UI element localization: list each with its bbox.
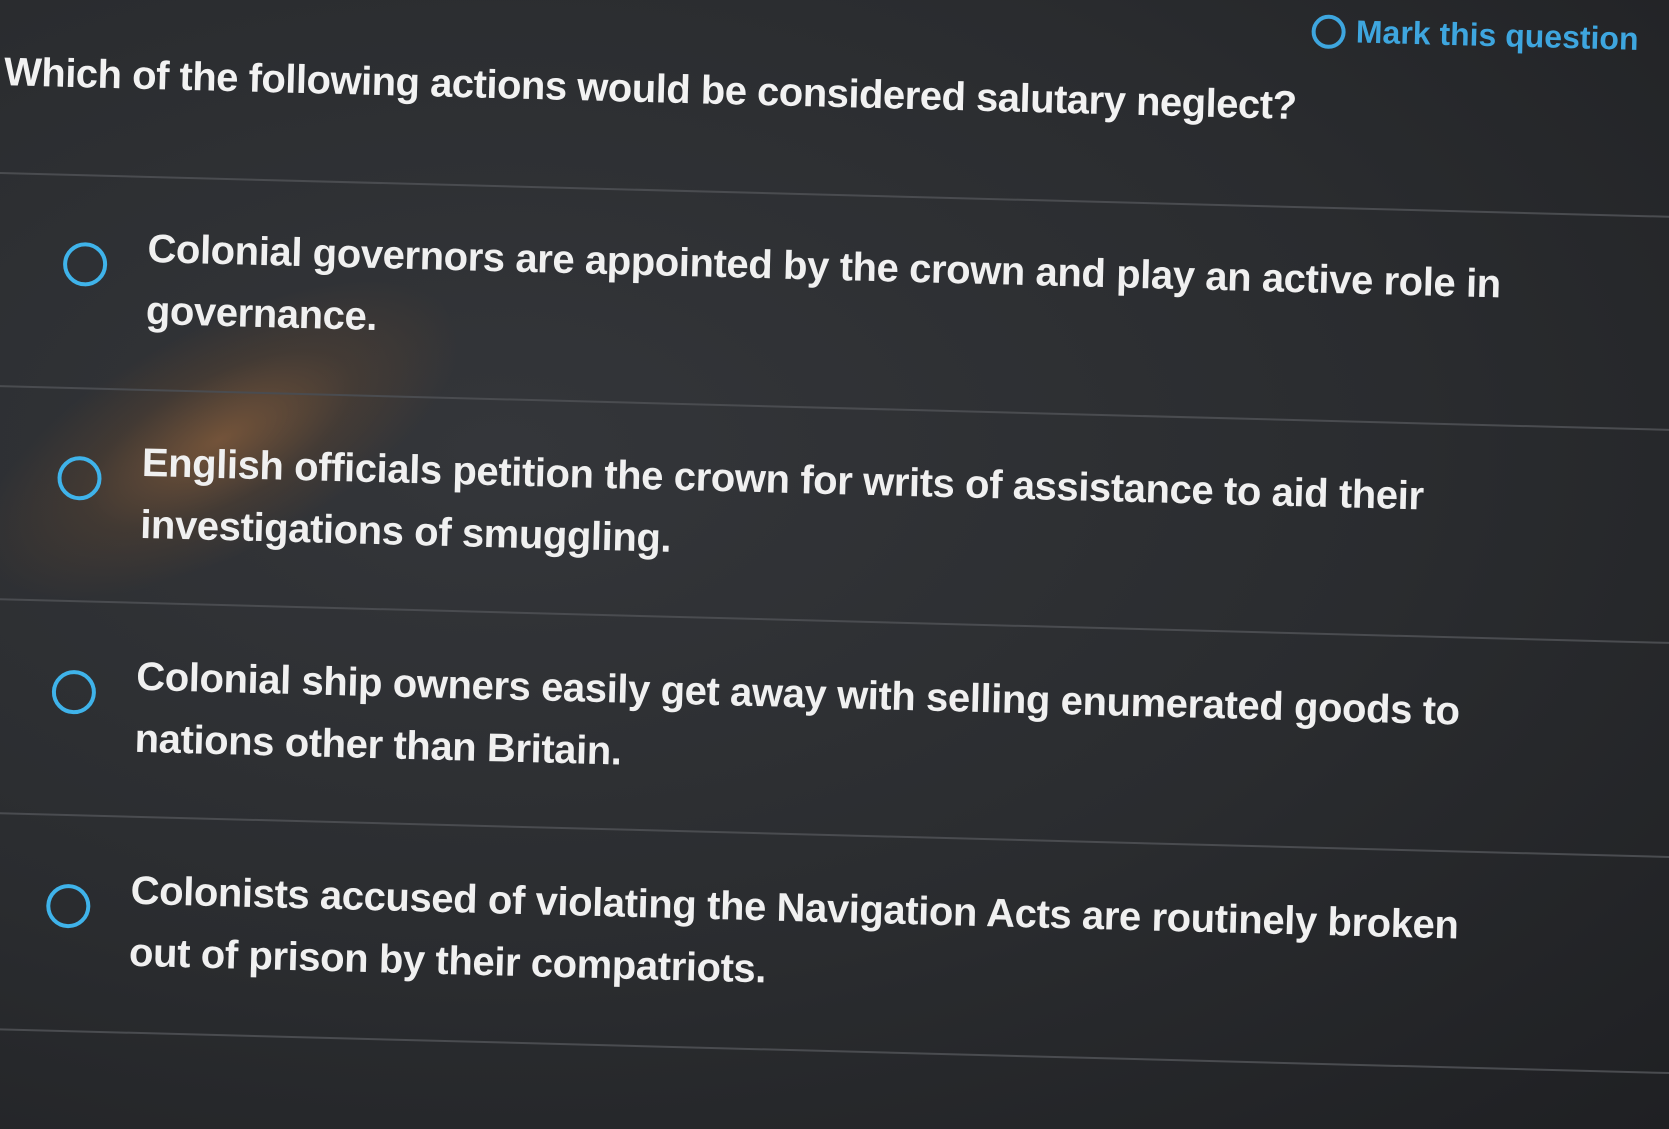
question-text: Which of the following actions would be … xyxy=(3,50,1298,128)
radio-button-icon[interactable] xyxy=(56,455,103,501)
mark-question-label: Mark this question xyxy=(1355,13,1640,57)
radio-button-icon[interactable] xyxy=(45,883,91,929)
divider xyxy=(0,811,1669,859)
quiz-screen: Mark this question Which of the followin… xyxy=(0,0,1669,1129)
answer-option-label: Colonial governors are appointed by the … xyxy=(145,226,1502,339)
answer-option-2[interactable]: English officials petition the crown for… xyxy=(56,430,1499,592)
radio-button-icon[interactable] xyxy=(62,241,108,287)
mark-question-toggle[interactable]: Mark this question xyxy=(1311,12,1639,58)
divider xyxy=(0,597,1669,645)
radio-button-icon[interactable] xyxy=(51,669,97,715)
answer-option-4[interactable]: Colonists accused of violating the Navig… xyxy=(44,858,1487,1020)
quiz-panel: Mark this question Which of the followin… xyxy=(0,0,1669,1129)
answer-option-1[interactable]: Colonial governors are appointed by the … xyxy=(61,216,1504,378)
divider xyxy=(0,171,1669,219)
answer-option-label: English officials petition the crown for… xyxy=(139,440,1425,561)
answer-option-3[interactable]: Colonial ship owners easily get away wit… xyxy=(50,644,1493,806)
mark-radio-icon[interactable] xyxy=(1311,13,1347,49)
answer-option-label: Colonists accused of violating the Navig… xyxy=(128,868,1460,992)
divider xyxy=(0,384,1669,432)
answer-option-label: Colonial ship owners easily get away wit… xyxy=(134,654,1461,774)
divider xyxy=(0,1027,1669,1075)
